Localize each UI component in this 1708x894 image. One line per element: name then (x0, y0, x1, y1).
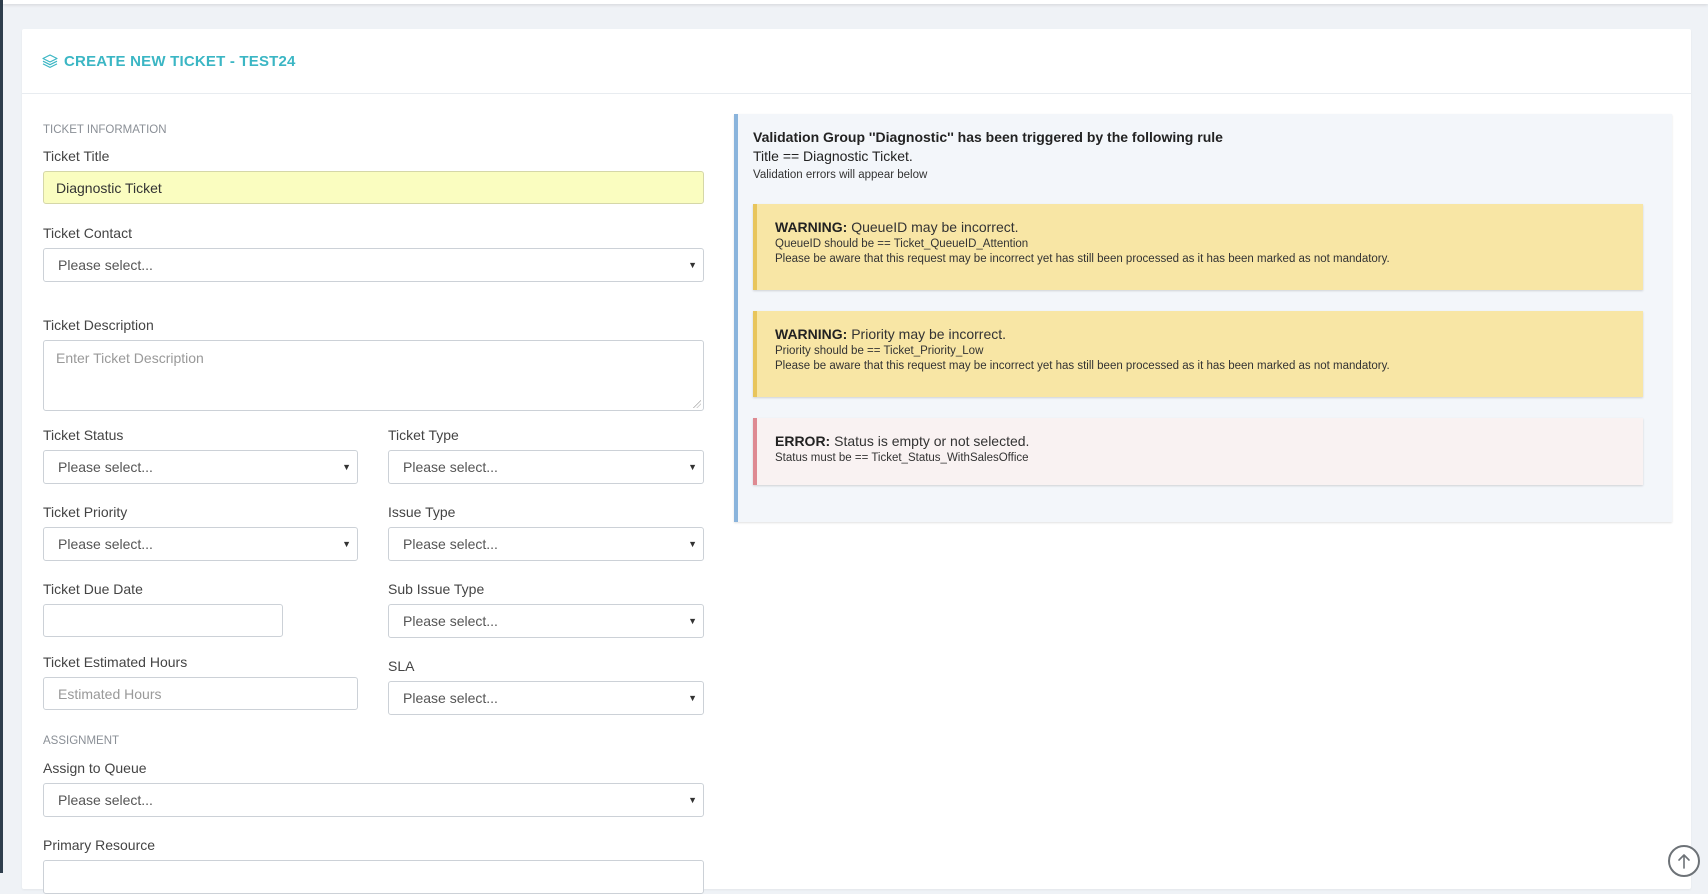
sub-issue-type-select[interactable]: Please select... ▼ (388, 604, 704, 638)
alert-info: Please be aware that this request may be… (775, 253, 1390, 265)
issue-type-value: Please select... (403, 536, 498, 552)
chevron-down-icon: ▼ (688, 260, 697, 270)
layers-icon (42, 54, 58, 68)
alert-message: Priority may be incorrect. (851, 326, 1007, 342)
card-header: CREATE NEW TICKET - TEST24 (22, 29, 1691, 94)
ticket-description-label: Ticket Description (43, 317, 154, 333)
ticket-title-input[interactable]: Diagnostic Ticket (43, 171, 704, 204)
ticket-status-value: Please select... (58, 459, 153, 475)
chevron-down-icon: ▼ (342, 539, 351, 549)
alert-message: Status is empty or not selected. (834, 433, 1030, 449)
alert-kind: WARNING: (775, 219, 848, 235)
issue-type-select[interactable]: Please select... ▼ (388, 527, 704, 561)
assign-to-queue-label: Assign to Queue (43, 760, 147, 776)
alert-detail: Status must be == Ticket_Status_WithSale… (775, 452, 1029, 464)
warning-alert-priority: WARNING: Priority may be incorrect. Prio… (753, 311, 1643, 397)
alert-kind: WARNING: (775, 326, 848, 342)
ticket-priority-select[interactable]: Please select... ▼ (43, 527, 358, 561)
sla-value: Please select... (403, 690, 498, 706)
validation-heading: Validation Group ''Diagnostic'' has been… (753, 129, 1223, 145)
ticket-description-textarea[interactable]: Enter Ticket Description (43, 340, 704, 411)
chevron-down-icon: ▼ (688, 539, 697, 549)
scroll-to-top-button[interactable] (1668, 845, 1700, 877)
sub-issue-type-value: Please select... (403, 613, 498, 629)
ticket-type-select[interactable]: Please select... ▼ (388, 450, 704, 484)
section-assignment: ASSIGNMENT (43, 735, 120, 747)
chevron-down-icon: ▼ (688, 616, 697, 626)
ticket-title-value: Diagnostic Ticket (56, 179, 162, 196)
assign-to-queue-value: Please select... (58, 792, 153, 808)
ticket-contact-select[interactable]: Please select... ▼ (43, 248, 704, 282)
ticket-status-label: Ticket Status (43, 427, 124, 443)
ticket-estimated-hours-label: Ticket Estimated Hours (43, 654, 188, 670)
ticket-title-label: Ticket Title (43, 148, 110, 164)
arrow-up-icon (1678, 854, 1690, 869)
ticket-type-value: Please select... (403, 459, 498, 475)
sub-issue-type-label: Sub Issue Type (388, 581, 485, 597)
alert-info: Please be aware that this request may be… (775, 360, 1390, 372)
ticket-priority-label: Ticket Priority (43, 504, 128, 520)
warning-alert-queue: WARNING: QueueID may be incorrect. Queue… (753, 204, 1643, 290)
page-title: CREATE NEW TICKET - TEST24 (64, 52, 296, 70)
sla-select[interactable]: Please select... ▼ (388, 681, 704, 715)
sla-label: SLA (388, 658, 415, 674)
ticket-due-date-label: Ticket Due Date (43, 581, 143, 597)
section-ticket-information: TICKET INFORMATION (43, 124, 167, 136)
validation-rule: Title == Diagnostic Ticket. (753, 148, 913, 164)
alert-detail: QueueID should be == Ticket_QueueID_Atte… (775, 238, 1029, 250)
chevron-down-icon: ▼ (688, 795, 697, 805)
primary-resource-select[interactable] (43, 860, 704, 894)
ticket-estimated-hours-input[interactable]: Estimated Hours (43, 677, 358, 710)
validation-note: Validation errors will appear below (753, 169, 928, 181)
ticket-priority-value: Please select... (58, 536, 153, 552)
ticket-description-placeholder: Enter Ticket Description (56, 350, 204, 366)
alert-kind: ERROR: (775, 433, 831, 449)
error-alert-status: ERROR: Status is empty or not selected. … (753, 418, 1643, 485)
chevron-down-icon: ▼ (688, 462, 697, 472)
resize-handle-icon[interactable] (693, 400, 701, 408)
left-rail (0, 0, 3, 873)
alert-message: QueueID may be incorrect. (851, 219, 1019, 235)
top-bar (3, 0, 1708, 4)
alert-detail: Priority should be == Ticket_Priority_Lo… (775, 345, 984, 357)
ticket-type-label: Ticket Type (388, 427, 459, 443)
ticket-contact-value: Please select... (58, 257, 153, 273)
primary-resource-label: Primary Resource (43, 837, 156, 853)
assign-to-queue-select[interactable]: Please select... ▼ (43, 783, 704, 817)
ticket-contact-label: Ticket Contact (43, 225, 132, 241)
ticket-due-date-input[interactable] (43, 604, 283, 637)
issue-type-label: Issue Type (388, 504, 456, 520)
ticket-status-select[interactable]: Please select... ▼ (43, 450, 358, 484)
chevron-down-icon: ▼ (688, 693, 697, 703)
estimated-hours-placeholder: Estimated Hours (58, 685, 162, 702)
chevron-down-icon: ▼ (342, 462, 351, 472)
validation-panel: Validation Group ''Diagnostic'' has been… (734, 114, 1672, 522)
